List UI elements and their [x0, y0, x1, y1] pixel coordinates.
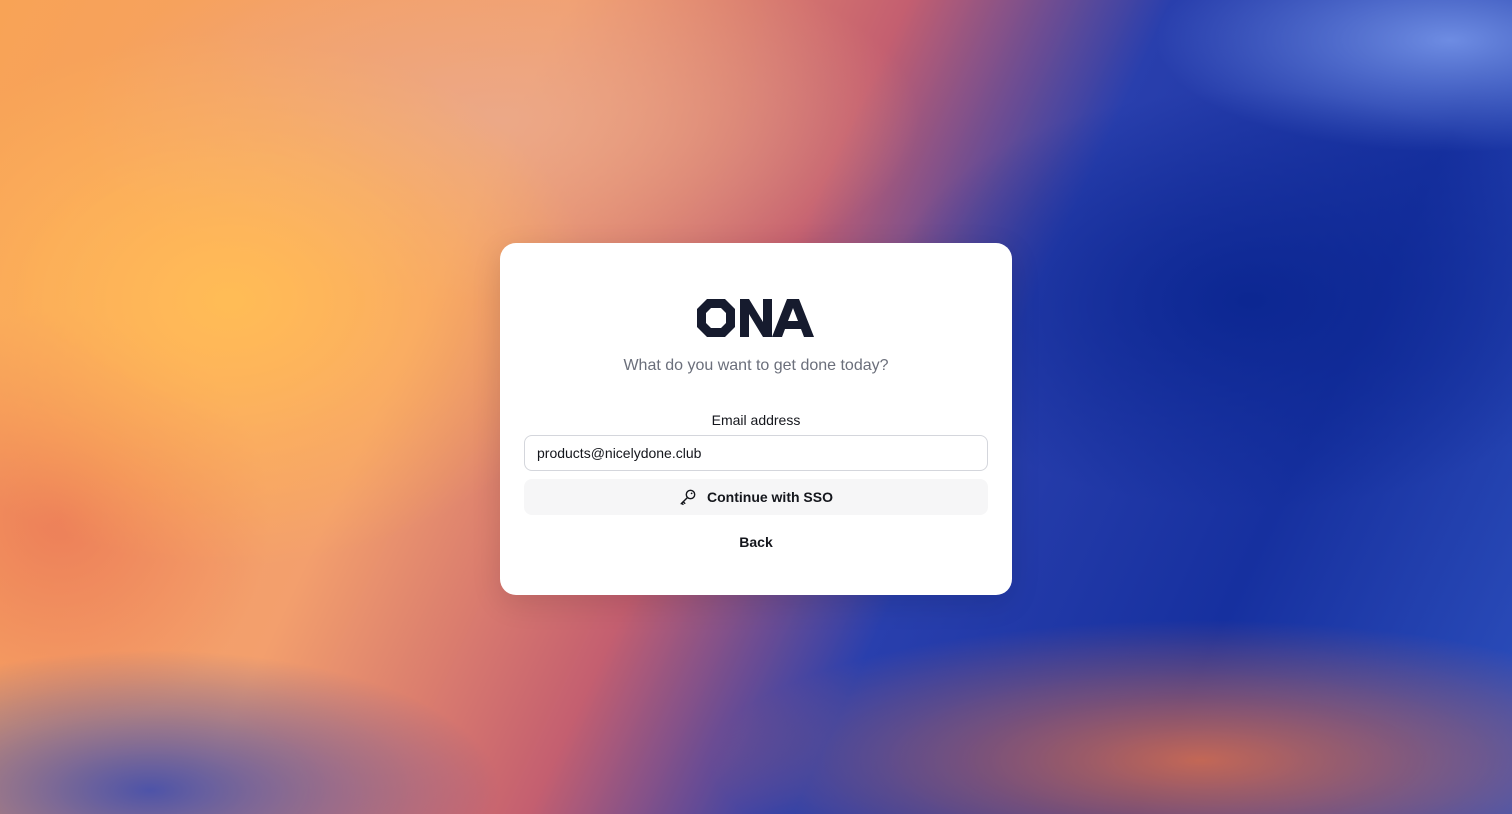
back-link[interactable]: Back [706, 530, 806, 554]
email-label: Email address [711, 412, 801, 428]
ona-logo-mark [697, 299, 814, 337]
continue-with-sso-button[interactable]: Continue with SSO [524, 479, 988, 515]
key-icon [679, 488, 697, 506]
login-card: What do you want to get done today? Emai… [500, 243, 1012, 595]
email-input[interactable] [524, 435, 988, 471]
ona-logo [500, 297, 1012, 341]
tagline: What do you want to get done today? [623, 357, 889, 374]
sso-button-label: Continue with SSO [707, 489, 833, 505]
